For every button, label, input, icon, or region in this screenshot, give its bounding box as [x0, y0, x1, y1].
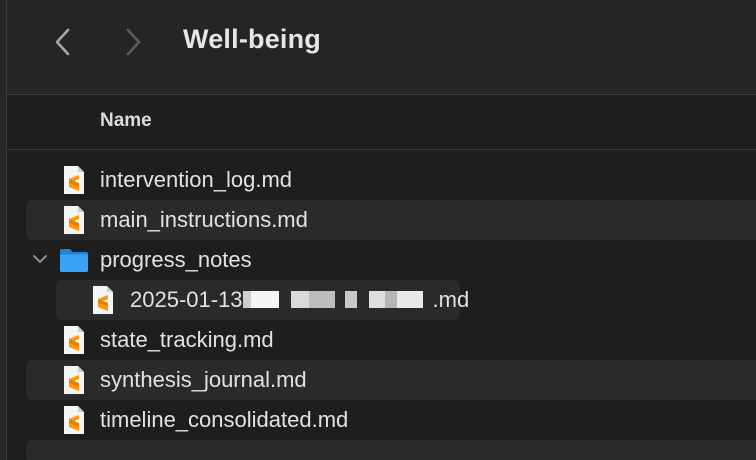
redacted-text — [242, 289, 433, 309]
folder-name: progress_notes — [100, 247, 252, 272]
name-column-header[interactable]: Name — [100, 110, 152, 132]
list-item[interactable]: synthesis_journal.md — [26, 360, 756, 400]
back-button[interactable] — [45, 22, 81, 62]
folder-item[interactable]: progress_notes — [26, 240, 756, 280]
list-item[interactable]: intervention_log.md — [26, 160, 756, 200]
chevron-left-icon — [55, 28, 70, 56]
sublime-doc-icon — [93, 286, 113, 314]
list-item[interactable]: 2025-01-13 .md — [56, 280, 469, 320]
forward-button[interactable] — [115, 22, 151, 62]
file-name: timeline_consolidated.md — [100, 407, 349, 432]
sublime-doc-icon — [64, 166, 84, 194]
chevron-down-icon[interactable] — [32, 251, 48, 267]
sublime-doc-icon — [64, 366, 84, 394]
file-name-prefix: 2025-01-13 — [130, 287, 243, 312]
list-item[interactable]: timeline_consolidated.md — [26, 400, 756, 440]
file-name: state_tracking.md — [100, 327, 274, 352]
file-name: main_instructions.md — [100, 207, 308, 232]
file-name: intervention_log.md — [100, 167, 293, 192]
sidebar-edge — [0, 0, 7, 460]
file-name: 2025-01-13 .md — [130, 287, 469, 313]
toolbar: Well-being — [7, 0, 756, 95]
empty-row — [26, 440, 756, 460]
file-name: synthesis_journal.md — [100, 367, 307, 392]
list-item[interactable]: state_tracking.md — [26, 320, 756, 360]
window-title: Well-being — [183, 24, 322, 54]
chevron-right-icon — [126, 28, 141, 56]
column-header[interactable]: Name — [7, 95, 756, 150]
list-item[interactable]: main_instructions.md — [26, 200, 756, 240]
sublime-doc-icon — [64, 406, 84, 434]
file-name-suffix: .md — [432, 287, 470, 312]
finder-window: Well-being Name intervention_log.md main… — [0, 0, 756, 460]
sublime-doc-icon — [64, 206, 84, 234]
sublime-doc-icon — [64, 326, 84, 354]
folder-icon — [60, 249, 88, 272]
